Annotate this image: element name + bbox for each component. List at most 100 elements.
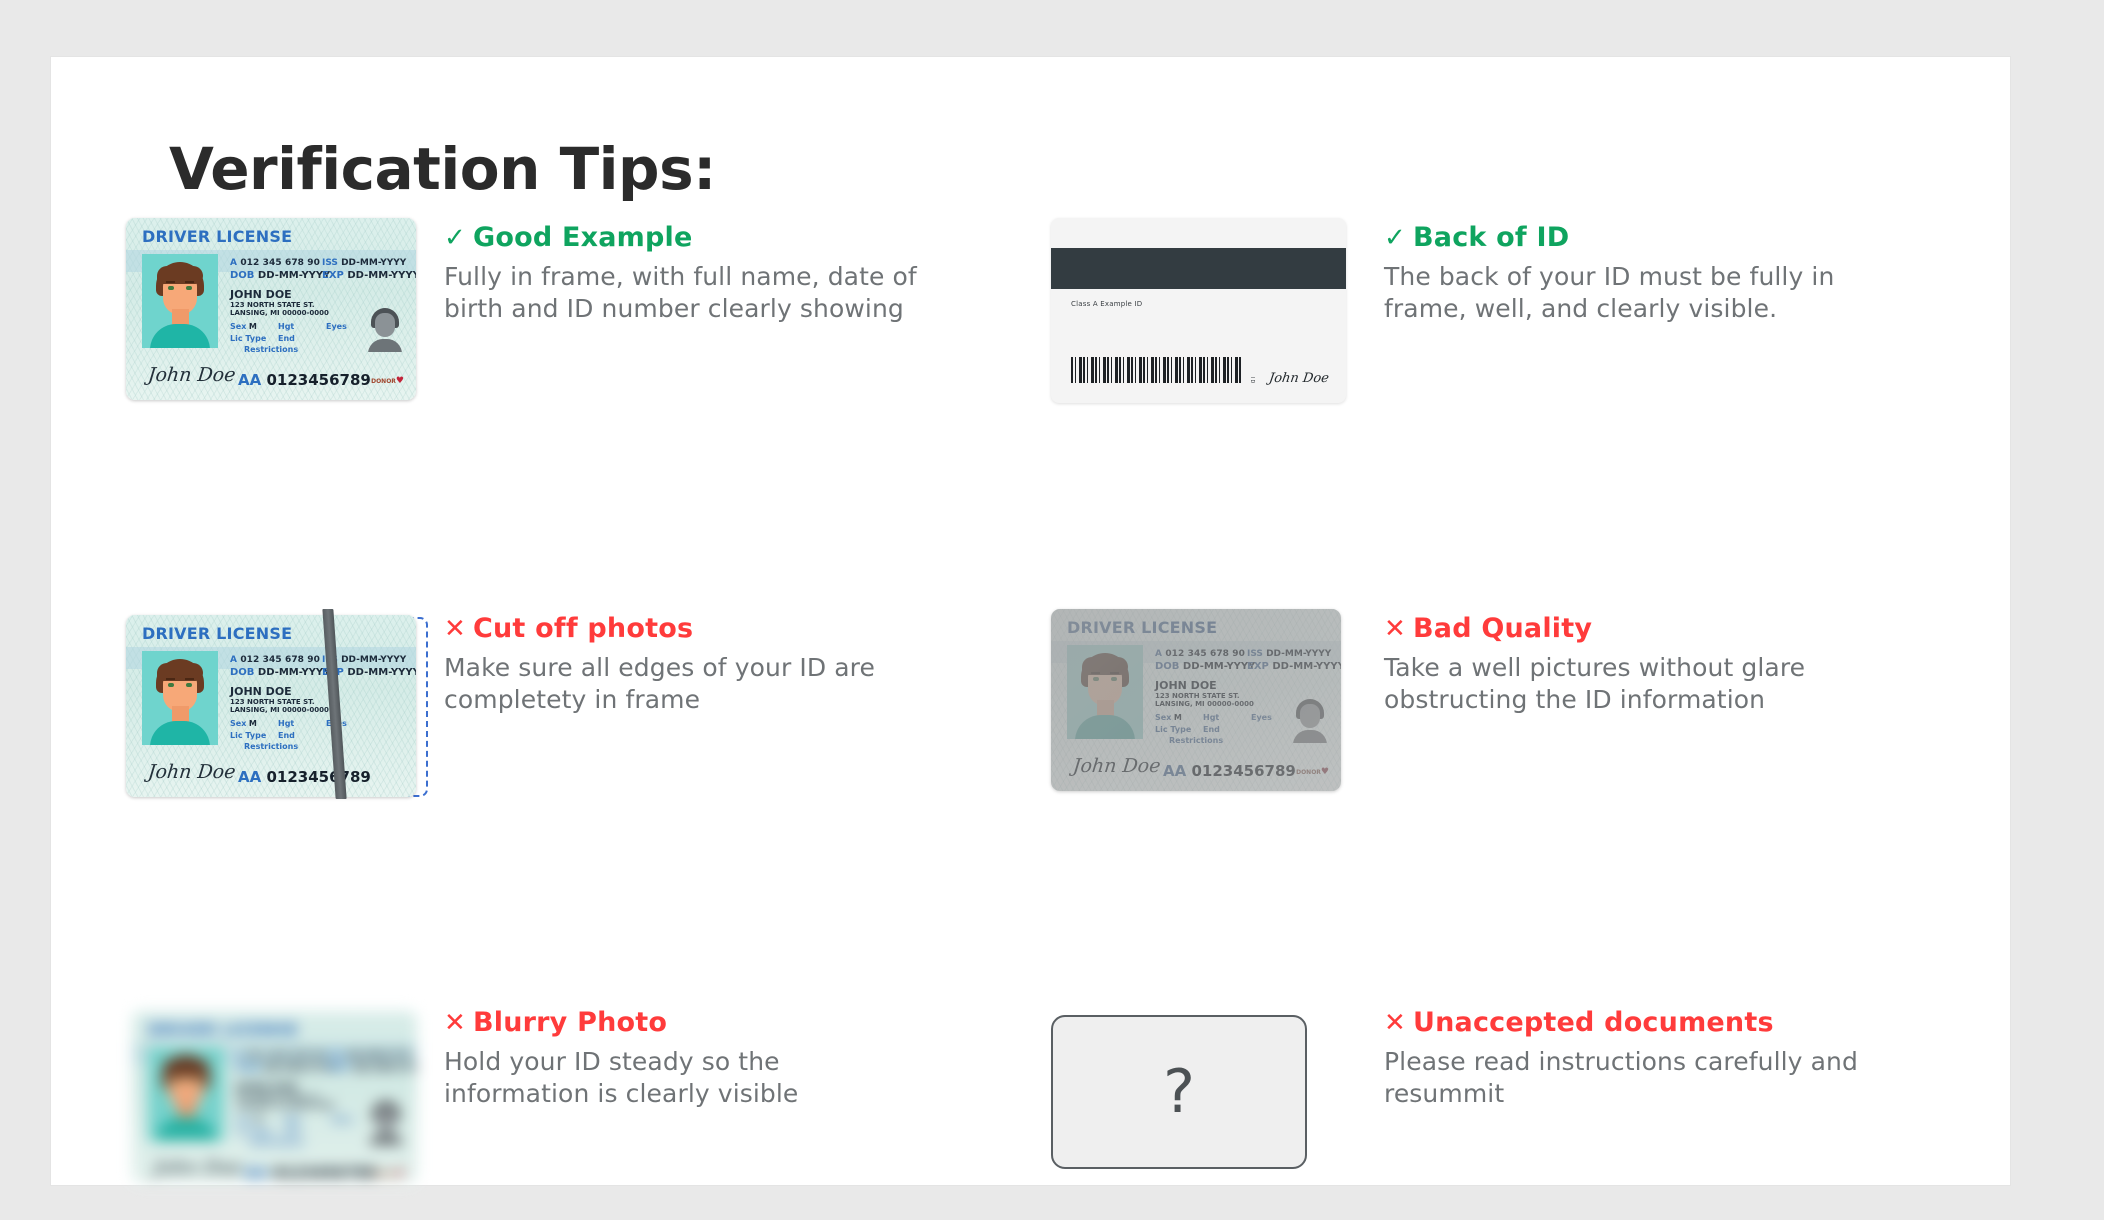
license-exp-label: EXP (322, 270, 344, 281)
license-id-line: A 012 345 678 90 (236, 1051, 326, 1061)
row-spacer (126, 799, 1976, 997)
license-id-value: 012 345 678 90 (1165, 649, 1245, 659)
license-sex-value: M (254, 1115, 263, 1124)
license-iss-label: ISS (1247, 649, 1263, 659)
portrait-eye-right (192, 1079, 198, 1083)
license-exp-value: DD-MM-YYYY (347, 667, 416, 678)
license-glare-visual: DRIVER LICENSE A 012 345 678 90 DOB DD-M… (1051, 603, 1366, 791)
tip-heading-label: Good Example (473, 222, 693, 253)
license-exp-line: EXP DD-MM-YYYY (1247, 661, 1341, 672)
license-dob-value: DD-MM-YYYY (257, 270, 331, 281)
license-dob-line: DOB DD-MM-YYYY (236, 1063, 336, 1074)
tip-heading-back-of-id: ✓ Back of ID (1384, 222, 1864, 253)
license-id-line: A 012 345 678 90 (230, 655, 320, 665)
license-portrait-photo (142, 651, 218, 745)
license-restrictions-label: Restrictions (244, 345, 299, 354)
license-restrictions-label: Restrictions (1169, 736, 1224, 745)
portrait-brow-right (185, 678, 194, 680)
tip-row: DRIVER LICENSE A 012 345 678 90 DOB DD-M… (126, 212, 1976, 403)
portrait-fringe (1082, 657, 1128, 675)
license-eyes-label: Eyes (332, 1115, 353, 1124)
tip-card-unaccepted-documents: ? ✕ Unaccepted documents Please read inst… (1051, 997, 1976, 1203)
license-restrictions-label: Restrictions (244, 742, 299, 751)
license-sex-field: Sex M (230, 322, 257, 331)
license-id-value: 012 345 678 90 (240, 258, 320, 268)
back-vertical-code: ID (1249, 376, 1255, 384)
license-hgt-label: Hgt (278, 719, 295, 728)
license-ghost-portrait (1291, 697, 1329, 743)
tip-heading-cut-off-photos: ✕ Cut off photos (444, 613, 924, 644)
tip-card-back-of-id: Class A Example ID ID John Doe ✓ Back of … (1051, 212, 1976, 403)
tip-heading-label: Bad Quality (1413, 613, 1593, 644)
tip-text-cut-off-photos: ✕ Cut off photos Make sure all edges of y… (426, 603, 924, 716)
license-holder-name: JOHN DOE (230, 685, 292, 698)
license-exp-value: DD-MM-YYYY (1272, 661, 1341, 672)
license-cutoff-visual: DRIVER LICENSE A 012 345 678 90 DOB DD-M… (126, 603, 428, 799)
tip-card-good-example: DRIVER LICENSE A 012 345 678 90 DOB DD-M… (126, 212, 1051, 403)
license-iss-label: ISS (328, 1051, 344, 1061)
license-exp-line: EXP DD-MM-YYYY (328, 1063, 417, 1074)
license-end-label: End (278, 731, 295, 740)
license-iss-value: DD-MM-YYYY (341, 258, 407, 268)
donor-label: DONOR (372, 1171, 397, 1178)
license-dob-label: DOB (236, 1063, 261, 1074)
driver-license-card-front: DRIVER LICENSE A 012 345 678 90 DOB DD-M… (126, 218, 416, 400)
license-hgt-label: Hgt (278, 322, 295, 331)
license-eyes-label: Eyes (1251, 713, 1272, 722)
cross-icon: ✕ (444, 614, 466, 644)
license-sex-label: Sex (1155, 713, 1172, 722)
license-dob-value: DD-MM-YYYY (1182, 661, 1256, 672)
license-sex-label: Sex (230, 719, 247, 728)
cross-icon: ✕ (1384, 1008, 1406, 1038)
magnetic-stripe (1051, 248, 1346, 289)
license-document-number: AA 0123456789 (238, 768, 371, 786)
portrait-shirt (1075, 715, 1135, 739)
driver-license-card-blurred: DRIVER LICENSE A 012 345 678 90 DOB DD-M… (132, 1011, 417, 1183)
ghost-body (368, 339, 402, 352)
license-document-number: AA 0123456789 (1163, 762, 1296, 780)
license-donor-badge: DONOR♥ (371, 376, 404, 386)
tip-text-good-example: ✓ Good Example Fully in frame, with full … (426, 212, 924, 325)
tip-row: DRIVER LICENSE A 012 345 678 90 DOB DD-M… (126, 997, 1976, 1203)
license-ghost-portrait (367, 1099, 405, 1145)
portrait-brow-left (1091, 672, 1100, 674)
page-title: Verification Tips: (169, 135, 716, 203)
license-exp-label: EXP (328, 1063, 350, 1074)
portrait-eye-left (168, 286, 174, 290)
driver-license-card-back: Class A Example ID ID John Doe (1051, 218, 1346, 403)
license-iss-value: DD-MM-YYYY (1266, 649, 1332, 659)
license-dob-line: DOB DD-MM-YYYY (230, 667, 330, 678)
license-sex-field: Sex M (1155, 713, 1182, 722)
license-address-line1: 123 NORTH STATE ST. (230, 698, 315, 706)
tip-heading-label: Cut off photos (473, 613, 694, 644)
tip-heading-label: Blurry Photo (473, 1007, 668, 1038)
tip-body-back-of-id: The back of your ID must be fully in fra… (1384, 262, 1835, 323)
tip-text-back-of-id: ✓ Back of ID The back of your ID must be … (1366, 212, 1864, 325)
license-title: DRIVER LICENSE (142, 624, 293, 643)
license-portrait-photo (1067, 645, 1143, 739)
unknown-document-placeholder: ? (1051, 1015, 1307, 1169)
donor-label: DONOR (371, 378, 396, 385)
tip-body-bad-quality: Take a well pictures without glare obstr… (1384, 653, 1806, 714)
license-dob-line: DOB DD-MM-YYYY (1155, 661, 1255, 672)
barcode-icon (1071, 357, 1241, 383)
tip-heading-blurry-photo: ✕ Blurry Photo (444, 1007, 924, 1038)
license-id-line: A 012 345 678 90 (230, 258, 320, 268)
heart-icon: ♥ (1320, 767, 1329, 777)
driver-license-card-cutoff: DRIVER LICENSE A 012 345 678 90 DOB DD-M… (126, 615, 416, 797)
license-id-line: A 012 345 678 90 (1155, 649, 1245, 659)
license-address-line2: LANSING, MI 00000-0000 (236, 1102, 335, 1110)
license-eyes-label: Eyes (326, 322, 347, 331)
question-mark-icon: ? (1163, 1057, 1195, 1127)
tip-body-blurry-photo: Hold your ID steady so the information i… (444, 1047, 799, 1108)
license-holder-name: JOHN DOE (230, 288, 292, 301)
license-id-label: A (230, 655, 238, 665)
tips-grid: DRIVER LICENSE A 012 345 678 90 DOB DD-M… (126, 212, 1976, 1203)
license-iss-line: ISS DD-MM-YYYY (322, 258, 406, 268)
license-exp-value: DD-MM-YYYY (353, 1063, 417, 1074)
portrait-brow-right (185, 281, 194, 283)
license-doc-digits: 0123456789 (272, 1164, 377, 1182)
ghost-face (375, 313, 395, 337)
portrait-fringe (157, 266, 203, 284)
license-dob-value: DD-MM-YYYY (257, 667, 331, 678)
